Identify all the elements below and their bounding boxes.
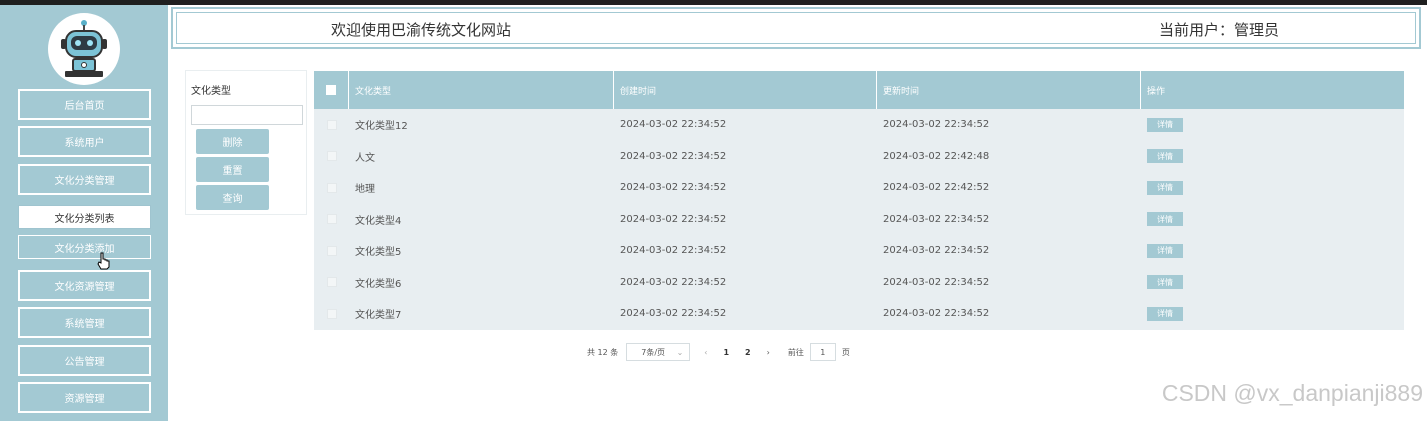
chevron-down-icon: ⌄ [676, 347, 684, 357]
detail-button[interactable]: 详情 [1147, 149, 1183, 164]
column-header-actions: 操作 [1147, 86, 1166, 97]
cell-updated: 2024-03-02 22:34:52 [883, 245, 990, 257]
hand-cursor-icon [97, 252, 111, 274]
sidebar-item-system-users[interactable]: 系统用户 [18, 126, 151, 157]
detail-button[interactable]: 详情 [1147, 117, 1183, 132]
detail-button[interactable]: 详情 [1147, 275, 1183, 290]
row-select-cell [314, 109, 349, 141]
sidebar-item-system-management[interactable]: 系统管理 [18, 307, 151, 338]
row-checkbox[interactable] [326, 308, 337, 319]
row-checkbox[interactable] [326, 245, 337, 256]
row-select-cell [314, 298, 349, 330]
delete-button[interactable]: 删除 [196, 129, 269, 154]
column-header-updated[interactable]: 更新时间 [877, 71, 1141, 109]
cell-actions: 详情 [1141, 141, 1404, 173]
cell-created: 2024-03-02 22:34:52 [620, 150, 727, 162]
robot-avatar-icon [48, 13, 120, 85]
sidebar-item-dashboard[interactable]: 后台首页 [18, 89, 151, 120]
select-all-cell [314, 71, 349, 109]
page-size-select[interactable]: 7条/页 ⌄ [626, 343, 691, 361]
cell-created: 2024-03-02 22:34:52 [620, 119, 727, 131]
row-checkbox[interactable] [326, 277, 337, 288]
cell-actions: 详情 [1141, 204, 1404, 236]
cell-type: 文化类型4 [355, 215, 402, 227]
row-checkbox[interactable] [326, 119, 337, 130]
sidebar-item-announcements[interactable]: 公告管理 [18, 345, 151, 376]
cell-updated: 2024-03-02 22:34:52 [883, 213, 990, 225]
goto-page-input[interactable]: 1 [809, 343, 836, 361]
table-row: 文化类型4 2024-03-02 22:34:52 2024-03-02 22:34… [314, 203, 1404, 236]
filter-panel: 文化类型 删除 重置 查询 [185, 70, 307, 215]
cell-type: 文化类型7 [355, 310, 402, 322]
cell-created: 2024-03-02 22:34:52 [620, 182, 727, 194]
cell-updated: 2024-03-02 22:42:48 [883, 150, 990, 162]
csdn-watermark: CSDN @vx_danpianji889 [1161, 380, 1423, 406]
page-unit-label: 页 [841, 347, 850, 357]
cell-actions: 详情 [1141, 267, 1404, 299]
cell-updated: 2024-03-02 22:34:52 [883, 308, 990, 320]
detail-button[interactable]: 详情 [1147, 306, 1183, 321]
detail-button[interactable]: 详情 [1147, 243, 1183, 258]
page-header: 欢迎使用巴渝传统文化网站 当前用户：管理员 [171, 7, 1421, 49]
cell-updated: 2024-03-02 22:34:52 [883, 119, 990, 131]
sidebar-item-category-list[interactable]: 文化分类列表 [18, 205, 151, 229]
search-button[interactable]: 查询 [196, 185, 269, 210]
sidebar-item-resource-management[interactable]: 资源管理 [18, 382, 151, 413]
next-page-button[interactable]: › [767, 348, 770, 357]
page-2-button[interactable]: 2 [745, 348, 751, 357]
category-table: 文化类型 创建时间 更新时间 操作 文化类型12 2024-03-02 22:34… [314, 71, 1404, 330]
cell-created: 2024-03-02 22:34:52 [620, 276, 727, 288]
prev-page-button[interactable]: ‹ [704, 348, 707, 357]
table-row: 文化类型5 2024-03-02 22:34:52 2024-03-02 22:34… [314, 235, 1404, 267]
row-select-cell [314, 172, 349, 204]
cell-type: 文化类型6 [355, 278, 402, 290]
detail-button[interactable]: 详情 [1147, 180, 1183, 195]
row-checkbox[interactable] [326, 214, 337, 225]
row-select-cell [314, 141, 349, 173]
cell-updated: 2024-03-02 22:34:52 [883, 276, 990, 288]
row-checkbox[interactable] [326, 182, 337, 193]
sidebar: 后台首页 系统用户 文化分类管理 文化分类列表 文化分类添加 文化资源管理 系统… [0, 5, 168, 421]
row-select-cell [314, 204, 349, 236]
filter-type-label: 文化类型 [191, 86, 231, 97]
sidebar-item-culture-resources[interactable]: 文化资源管理 [18, 270, 151, 301]
cell-actions: 详情 [1141, 109, 1404, 141]
table-header: 文化类型 创建时间 更新时间 操作 [314, 71, 1404, 109]
cell-created: 2024-03-02 22:34:52 [620, 245, 727, 257]
cell-type: 地理 [355, 184, 375, 196]
cell-created: 2024-03-02 22:34:52 [620, 213, 727, 225]
cell-actions: 详情 [1141, 298, 1404, 330]
row-checkbox[interactable] [326, 151, 337, 162]
column-header-type[interactable]: 文化类型 [349, 71, 614, 109]
row-select-cell [314, 267, 349, 299]
table-row: 文化类型6 2024-03-02 22:34:52 2024-03-02 22:34… [314, 266, 1404, 299]
row-select-cell [314, 235, 349, 267]
cell-actions: 详情 [1141, 235, 1404, 267]
table-row: 文化类型7 2024-03-02 22:34:52 2024-03-02 22:34… [314, 298, 1404, 330]
cell-type: 人文 [355, 152, 375, 164]
table-body: 文化类型12 2024-03-02 22:34:52 2024-03-02 22:3… [314, 109, 1404, 330]
window-top-bar [0, 0, 1427, 5]
site-title: 欢迎使用巴渝传统文化网站 [331, 21, 512, 39]
culture-type-input[interactable] [191, 105, 303, 125]
reset-button[interactable]: 重置 [196, 157, 269, 182]
sidebar-item-culture-category[interactable]: 文化分类管理 [18, 164, 151, 195]
cell-created: 2024-03-02 22:34:52 [620, 308, 727, 320]
table-row: 人文 2024-03-02 22:34:52 2024-03-02 22:42:48… [314, 140, 1404, 173]
goto-label: 前往 [787, 347, 804, 357]
cell-type: 文化类型5 [355, 247, 402, 259]
column-header-created[interactable]: 创建时间 [614, 71, 877, 109]
current-user-label: 当前用户：管理员 [1158, 21, 1279, 39]
cell-actions: 详情 [1141, 172, 1404, 204]
select-all-checkbox[interactable] [326, 85, 336, 95]
cell-type: 文化类型12 [355, 121, 408, 133]
page-1-button[interactable]: 1 [723, 348, 729, 357]
total-count: 共 12 条 [587, 347, 619, 357]
detail-button[interactable]: 详情 [1147, 212, 1183, 227]
table-row: 文化类型12 2024-03-02 22:34:52 2024-03-02 22:3… [314, 109, 1404, 141]
pagination: 共 12 条 7条/页 ⌄ ‹ 1 2 › 前往 1 页 [587, 343, 850, 361]
cell-updated: 2024-03-02 22:42:52 [883, 182, 990, 194]
table-row: 地理 2024-03-02 22:34:52 2024-03-02 22:42:52… [314, 172, 1404, 204]
sidebar-item-category-add[interactable]: 文化分类添加 [18, 235, 151, 259]
